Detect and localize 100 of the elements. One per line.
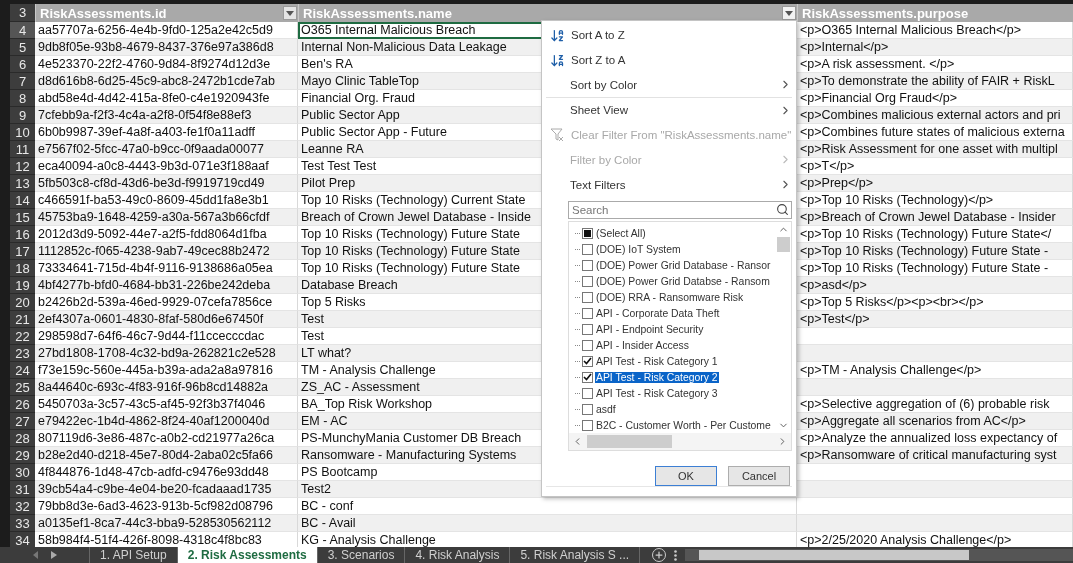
row-number: 3 — [10, 4, 35, 22]
row-number: 15 — [10, 209, 35, 226]
row-number: 10 — [10, 124, 35, 141]
filter-button[interactable] — [283, 6, 297, 20]
table-cell: d8d616b8-6d25-45c9-abc8-2472b1cde7ab — [35, 73, 298, 90]
row-number: 30 — [10, 464, 35, 481]
row-number: 32 — [10, 498, 35, 515]
row-number: 20 — [10, 294, 35, 311]
checkbox[interactable] — [582, 275, 593, 287]
row-number: 17 — [10, 243, 35, 260]
checkbox[interactable] — [582, 259, 593, 271]
table-cell: 6b0b9987-39ef-4a8f-a403-fe1f0a11adff — [35, 124, 298, 141]
table-cell: <p>A risk assessment. </p> — [797, 56, 1073, 73]
table-cell: eca40094-a0c8-4443-9b3d-071e3f188aaf — [35, 158, 298, 175]
checkbox[interactable] — [582, 227, 593, 239]
row-number: 11 — [10, 141, 35, 158]
table-cell: 1112852c-f065-4238-9ab7-49cec88b2472 — [35, 243, 298, 260]
row-number: 18 — [10, 260, 35, 277]
list-item[interactable]: API Test - Risk Category 3 — [595, 387, 719, 399]
sort-ascending-icon — [550, 27, 565, 43]
checkbox[interactable] — [582, 387, 593, 399]
row-number: 6 — [10, 56, 35, 73]
table-cell: <p>Selective aggregation of (6) probable risk — [797, 396, 1073, 413]
menu-item[interactable]: Sort by Color — [546, 72, 792, 98]
cancel-button[interactable]: Cancel — [728, 466, 790, 487]
table-cell: 39cb54a4-c9be-4e04-be20-fcadaaad1735 — [35, 481, 298, 498]
table-cell: <p>O365 Internal Malicious Breach</p> — [797, 22, 1073, 39]
horizontal-scrollbar[interactable] — [685, 549, 1073, 561]
table-cell: <p>Top 10 Risks (Technology)</p> — [797, 192, 1073, 209]
table-cell: 58b984f4-51f4-426f-8098-4318c4f8bc83 — [35, 532, 298, 547]
sheet-tab[interactable]: 3. Scenarios — [317, 547, 406, 563]
checkbox[interactable] — [582, 307, 593, 319]
table-cell: <p>Financial Org Fraud</p> — [797, 90, 1073, 107]
sheet-tab[interactable]: 5. Risk Analysis S ... — [510, 547, 641, 563]
table-cell: <p>T</p> — [797, 158, 1073, 175]
table-cell: abd58e4d-4d42-415a-8fe0-c4e1920943fe — [35, 90, 298, 107]
sheet-tab[interactable]: 1. API Setup — [90, 547, 178, 563]
row-number: 12 — [10, 158, 35, 175]
table-cell: 2012d3d9-5092-44e7-a2f5-fdd8064d1fba — [35, 226, 298, 243]
checkbox[interactable] — [582, 355, 593, 367]
dropdown-arrow-icon — [286, 10, 294, 16]
filter-button[interactable] — [782, 6, 796, 20]
table-cell: 807119d6-3e86-487c-a0b2-cd21977a26ca — [35, 430, 298, 447]
table-cell: 79bb8d3e-6ad3-4623-913b-5cf982d08796 — [35, 498, 298, 515]
scrollbar-thumb[interactable] — [587, 435, 672, 449]
list-item[interactable]: (DOE) RRA - Ransomware Risk — [595, 291, 745, 303]
table-cell: 298598d7-64f6-46c7-9d44-f11ccecccdac — [35, 328, 298, 345]
horizontal-scrollbar[interactable] — [569, 433, 791, 451]
list-item[interactable]: API Test - Risk Category 2 — [595, 371, 719, 383]
checkbox[interactable] — [582, 323, 593, 335]
scroll-left-icon[interactable] — [32, 551, 39, 559]
ok-button[interactable]: OK — [655, 466, 717, 487]
row-number: 9 — [10, 107, 35, 124]
scroll-right-icon[interactable] — [50, 551, 57, 559]
checkbox[interactable] — [582, 339, 593, 351]
row-number: 25 — [10, 379, 35, 396]
scrollbar-thumb[interactable] — [699, 550, 970, 560]
dropdown-arrow-icon — [785, 10, 793, 16]
list-item[interactable]: asdf — [595, 403, 617, 415]
table-cell: 73334641-715d-4b4f-9116-9138686a05ea — [35, 260, 298, 277]
table-cell: a0135ef1-8ca7-44c3-bba9-528530562112 — [35, 515, 298, 532]
checkbox[interactable] — [582, 403, 593, 415]
sheet-tab[interactable]: 4. Risk Analysis — [405, 547, 511, 563]
table-cell: 4bf4277b-bfd0-4684-bb31-226be242deba — [35, 277, 298, 294]
more-icon[interactable] — [674, 549, 678, 561]
table-cell: <p>TM - Analysis Challenge</p> — [797, 362, 1073, 379]
table-cell: <p>asd</p> — [797, 277, 1073, 294]
row-number: 14 — [10, 192, 35, 209]
checkbox[interactable] — [582, 419, 593, 431]
row-number: 31 — [10, 481, 35, 498]
table-cell: b28e2d40-d218-45e7-80d4-2aba02c5fa66 — [35, 447, 298, 464]
table-cell: c466591f-ba53-49c0-8609-45dd1fa8e3b1 — [35, 192, 298, 209]
row-number: 26 — [10, 396, 35, 413]
table-cell: e79422ec-1b4d-4862-8f24-40af1200040d — [35, 413, 298, 430]
clear-filter-icon — [550, 127, 565, 143]
sheet-tab[interactable]: 2. Risk Assessments — [177, 547, 318, 563]
table-cell: <p>To demonstrate the ability of FAIR + RiskL — [797, 73, 1073, 90]
row-number: 23 — [10, 345, 35, 362]
list-item[interactable]: (DOE) Power Grid Databse - Ransom — [595, 275, 771, 287]
row-number: 7 — [10, 73, 35, 90]
list-item[interactable]: (DOE) Power Grid Database - Ransor — [595, 259, 772, 271]
table-cell: <p>Aggregate all scenarios from AC</p> — [797, 413, 1073, 430]
list-item[interactable]: (Select All) — [595, 227, 647, 239]
search-field[interactable]: Search — [568, 201, 792, 220]
list-item[interactable]: B2C - Customer Worth - Per Custome — [595, 419, 772, 431]
table-cell: <p>Combines future states of malicious externa — [797, 124, 1073, 141]
row-number: 27 — [10, 413, 35, 430]
table-cell: <p>Top 5 Risks</p><p><br></p> — [797, 294, 1073, 311]
table-cell: <p>Combines malicious external actors and pri — [797, 107, 1073, 124]
sort-descending-icon — [550, 52, 565, 68]
column-header-label: RiskAssessments.purpose — [802, 5, 969, 21]
checkbox[interactable] — [582, 243, 593, 255]
checkbox[interactable] — [582, 291, 593, 303]
table-cell: KG - Analysis Challenge — [298, 532, 797, 547]
column-header-label: RiskAssessments.name — [303, 5, 452, 21]
table-cell: <p>2/25/2020 Analysis Challenge</p> — [797, 532, 1073, 547]
checkbox[interactable] — [582, 371, 593, 383]
table-cell: <p>Analyze the annualized loss expectancy of — [797, 430, 1073, 447]
scrollbar-thumb[interactable] — [776, 237, 790, 253]
list-item[interactable]: (DOE) IoT System — [595, 243, 682, 255]
